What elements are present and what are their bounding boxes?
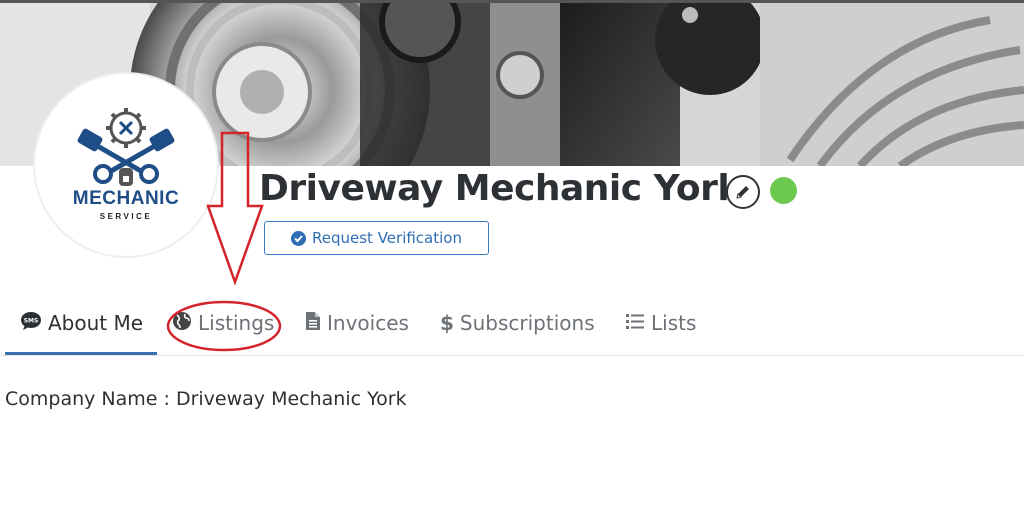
company-name-text: Company Name : Driveway Mechanic York [5,388,407,410]
request-verification-button[interactable]: Request Verification [264,221,489,255]
document-icon [305,311,321,336]
active-tab-indicator [5,352,157,355]
logo-sub-text: SERVICE [99,212,153,221]
list-icon [625,311,645,335]
tab-listings[interactable]: Listings [172,305,274,341]
profile-tabs: SMS About Me Listings Invoices $ Subscri… [0,290,1024,356]
tab-about-me[interactable]: SMS About Me [20,305,143,341]
edit-profile-button[interactable] [726,175,760,209]
tab-label: Lists [651,311,697,335]
profile-avatar[interactable]: MECHANIC SERVICE [35,74,217,256]
dollar-icon: $ [440,311,454,335]
profile-name: Driveway Mechanic York [259,168,741,209]
tab-label: Listings [198,311,275,335]
tab-label: Subscriptions [459,311,595,335]
request-verification-label: Request Verification [312,229,462,247]
online-status-indicator [770,177,797,204]
tab-label: About Me [48,311,144,335]
check-circle-icon [291,230,306,246]
tab-lists[interactable]: Lists [625,305,696,341]
sms-icon: SMS [20,311,42,336]
mechanic-logo-icon [77,108,175,186]
tab-label: Invoices [327,311,409,335]
globe-icon [172,311,192,336]
logo-main-text: MECHANIC [72,188,180,209]
tab-subscriptions[interactable]: $ Subscriptions [440,305,595,341]
pencil-icon [736,186,749,199]
svg-text:SMS: SMS [24,317,39,324]
tab-invoices[interactable]: Invoices [305,305,409,341]
